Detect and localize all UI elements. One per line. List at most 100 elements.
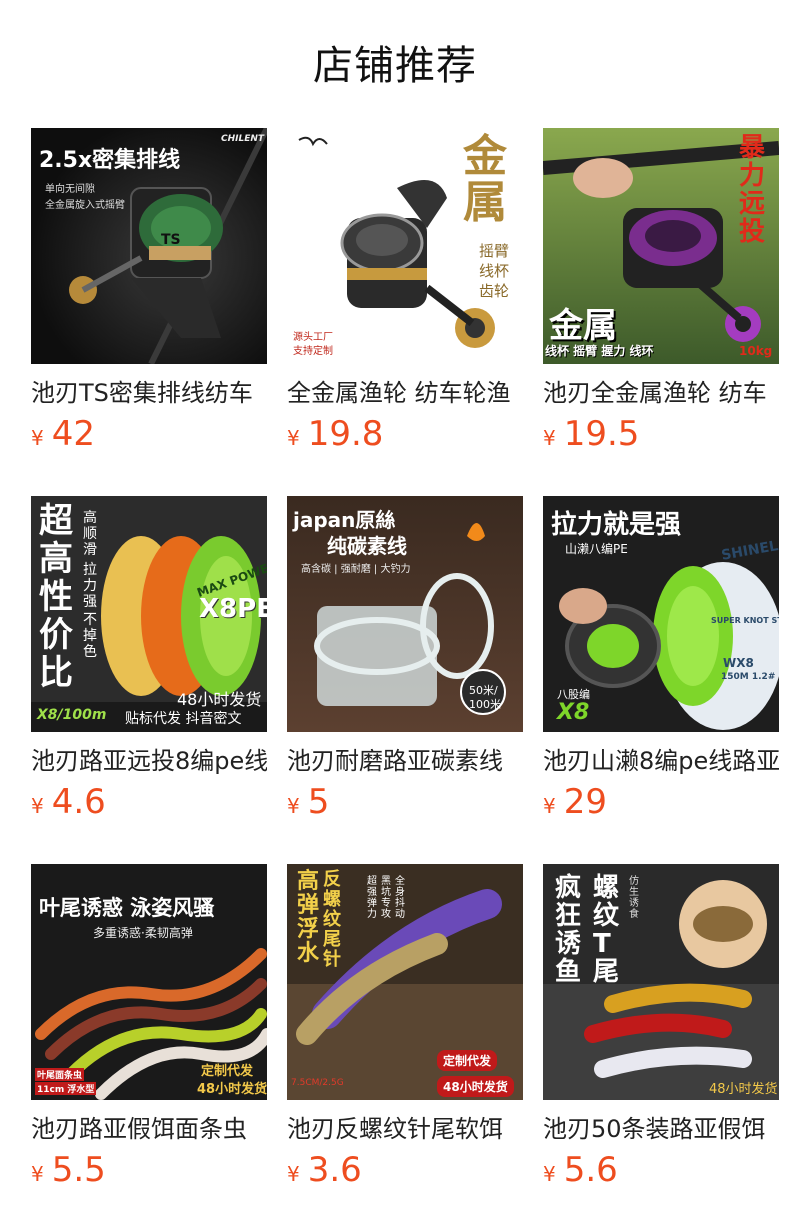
- image-overlay-text: 山濑八编PE: [565, 542, 628, 556]
- product-card[interactable]: 2.5x密集排线 单向无间隙 全金属旋入式摇臂 CHILENT TS 池刃TS密…: [31, 128, 267, 496]
- image-overlay-text: 金属: [549, 306, 617, 346]
- product-name[interactable]: 池刃反螺纹针尾软饵: [287, 1114, 523, 1144]
- image-overlay-text: 单向无间隙: [45, 184, 95, 195]
- product-price: ¥29: [543, 782, 779, 822]
- image-overlay-text: 仿生诱食: [629, 876, 639, 920]
- page-title: 店铺推荐: [313, 43, 477, 89]
- price-value: 3.6: [307, 1150, 362, 1190]
- product-name[interactable]: 池刃耐磨路亚碳素线: [287, 746, 523, 776]
- product-image[interactable]: japan原絲 纯碳素线 高含碳 | 强耐磨 | 大钓力 50米/ 100米: [287, 496, 523, 732]
- image-overlay-text: 支持定制: [293, 346, 333, 357]
- product-image[interactable]: 暴力远投 金属 线杯 摇臂 握力 线环 10kg: [543, 128, 779, 364]
- product-image[interactable]: 高弹浮水 反螺纹尾针 超强弹力 黑坑专攻 全身抖动 7.5CM/2.5G 定制代…: [287, 864, 523, 1100]
- image-overlay-text: 高含碳 | 强耐磨 | 大钓力: [301, 564, 411, 575]
- image-overlay-text: 100米: [469, 698, 501, 711]
- product-image[interactable]: 拉力就是强 山濑八编PE SHINELA SUPER KNOT STRENGTH…: [543, 496, 779, 732]
- product-price: ¥5.5: [31, 1150, 267, 1190]
- image-overlay-text: 7.5CM/2.5G: [291, 1078, 344, 1088]
- product-card[interactable]: 金属 摇臂 线杯 齿轮 源头工厂 支持定制 全金属渔轮 纺车轮渔 ¥19.8: [287, 128, 523, 496]
- image-overlay-text: 金属: [463, 131, 507, 228]
- image-overlay-text: 11cm 浮水型: [35, 1082, 97, 1095]
- image-overlay-text: 多重诱惑·柔韧高弹: [93, 926, 193, 940]
- product-name[interactable]: 池刃路亚假饵面条虫: [31, 1114, 267, 1144]
- currency-symbol: ¥: [287, 1162, 300, 1186]
- product-name[interactable]: 池刃全金属渔轮 纺车: [543, 378, 779, 408]
- product-card[interactable]: 超高性价比 高顺滑 拉力强 不掉色 MAX POWER X8PE 48小时发货 …: [31, 496, 267, 864]
- image-overlay-text: 螺纹T尾: [593, 873, 620, 987]
- image-overlay-text: 纯碳素线: [327, 534, 407, 558]
- image-overlay-text: 摇臂: [479, 242, 510, 260]
- product-image[interactable]: 金属 摇臂 线杯 齿轮 源头工厂 支持定制: [287, 128, 523, 364]
- image-overlay-text: X8PE: [199, 594, 267, 624]
- product-name[interactable]: 全金属渔轮 纺车轮渔: [287, 378, 523, 408]
- product-price: ¥4.6: [31, 782, 267, 822]
- image-overlay-text: TS: [161, 232, 181, 248]
- image-overlay-text: 暴力远投: [739, 133, 766, 247]
- image-overlay-text: X8/100m: [37, 707, 107, 723]
- product-image[interactable]: 疯狂诱鱼 螺纹T尾 仿生诱食 48小时发货: [543, 864, 779, 1100]
- product-image[interactable]: 超高性价比 高顺滑 拉力强 不掉色 MAX POWER X8PE 48小时发货 …: [31, 496, 267, 732]
- image-overlay-text: 定制代发: [437, 1050, 498, 1071]
- price-value: 5.5: [51, 1150, 106, 1190]
- product-name[interactable]: 池刃TS密集排线纺车: [31, 378, 267, 408]
- product-price: ¥19.5: [543, 414, 779, 454]
- product-card[interactable]: 高弹浮水 反螺纹尾针 超强弹力 黑坑专攻 全身抖动 7.5CM/2.5G 定制代…: [287, 864, 523, 1232]
- image-overlay-text: 全金属旋入式摇臂: [45, 200, 125, 211]
- product-price: ¥3.6: [287, 1150, 523, 1190]
- currency-symbol: ¥: [543, 794, 556, 818]
- currency-symbol: ¥: [543, 426, 556, 450]
- image-overlay-text: 反螺纹尾针: [323, 869, 341, 970]
- product-image[interactable]: 叶尾诱惑 泳姿风骚 多重诱惑·柔韧高弹 叶尾面条虫 11cm 浮水型 定制代发 …: [31, 864, 267, 1100]
- image-overlay-text: 150M 1.2#: [721, 672, 776, 682]
- image-overlay-text: 10kg: [739, 344, 773, 358]
- image-overlay-text: 叶尾面条虫: [35, 1068, 85, 1081]
- currency-symbol: ¥: [287, 794, 300, 818]
- price-value: 29: [563, 782, 607, 822]
- product-image[interactable]: 2.5x密集排线 单向无间隙 全金属旋入式摇臂 CHILENT TS: [31, 128, 267, 364]
- currency-symbol: ¥: [543, 1162, 556, 1186]
- image-overlay-text: 线杯: [479, 262, 510, 280]
- product-name[interactable]: 池刃路亚远投8编pe线: [31, 746, 267, 776]
- image-overlay-text: 叶尾诱惑 泳姿风骚: [39, 896, 215, 920]
- product-card[interactable]: 叶尾诱惑 泳姿风骚 多重诱惑·柔韧高弹 叶尾面条虫 11cm 浮水型 定制代发 …: [31, 864, 267, 1232]
- product-card[interactable]: 疯狂诱鱼 螺纹T尾 仿生诱食 48小时发货 池刃50条装路亚假饵 ¥5.6: [543, 864, 779, 1232]
- image-overlay-text: 线杯 摇臂 握力 线环: [545, 344, 654, 358]
- image-overlay-text: 全身抖动: [395, 876, 405, 920]
- image-overlay-text: 源头工厂: [293, 332, 333, 343]
- image-overlay-text: WX8: [723, 656, 754, 670]
- image-overlay-text: X8: [557, 700, 590, 725]
- image-overlay-text: 超高性价比: [39, 501, 73, 693]
- image-overlay-text: 超强弹力: [367, 876, 377, 920]
- price-value: 5.6: [563, 1150, 618, 1190]
- currency-symbol: ¥: [31, 426, 44, 450]
- image-overlay-text: 高顺滑: [83, 510, 97, 558]
- price-value: 19.8: [307, 414, 384, 454]
- image-overlay-text: SUPER KNOT STRENGTH: [711, 616, 779, 625]
- product-price: ¥42: [31, 414, 267, 454]
- product-grid: 2.5x密集排线 单向无间隙 全金属旋入式摇臂 CHILENT TS 池刃TS密…: [31, 128, 779, 1232]
- image-overlay-text: 高弹浮水: [297, 869, 320, 966]
- product-price: ¥5: [287, 782, 523, 822]
- image-overlay-text: 不掉色: [83, 612, 97, 660]
- image-overlay-text: 疯狂诱鱼: [555, 873, 582, 987]
- image-overlay-text: 48小时发货: [437, 1076, 514, 1097]
- image-overlay-text: 48小时发货: [177, 690, 262, 709]
- product-card[interactable]: 暴力远投 金属 线杯 摇臂 握力 线环 10kg 池刃全金属渔轮 纺车 ¥19.…: [543, 128, 779, 496]
- image-overlay-text: 2.5x密集排线: [39, 148, 181, 173]
- image-overlay-text: 拉力就是强: [551, 510, 682, 540]
- image-overlay-text: 黑坑专攻: [381, 876, 391, 920]
- product-name[interactable]: 池刃山濑8编pe线路亚: [543, 746, 779, 776]
- store-recommendations-page: 店铺推荐 2.5x密集排线 单向无间隙 全金属旋入式摇臂 CHILENT TS …: [0, 0, 790, 1232]
- price-value: 4.6: [51, 782, 106, 822]
- product-card[interactable]: 拉力就是强 山濑八编PE SHINELA SUPER KNOT STRENGTH…: [543, 496, 779, 864]
- product-name[interactable]: 池刃50条装路亚假饵: [543, 1114, 779, 1144]
- image-overlay-text: 48小时发货: [709, 1082, 778, 1097]
- image-overlay-text: 48小时发货: [197, 1082, 267, 1097]
- product-price: ¥19.8: [287, 414, 523, 454]
- image-overlay-text: 齿轮: [479, 282, 510, 300]
- image-overlay-text: CHILENT: [221, 134, 265, 144]
- price-value: 42: [51, 414, 95, 454]
- product-card[interactable]: japan原絲 纯碳素线 高含碳 | 强耐磨 | 大钓力 50米/ 100米 池…: [287, 496, 523, 864]
- price-value: 5: [307, 782, 330, 822]
- currency-symbol: ¥: [287, 426, 300, 450]
